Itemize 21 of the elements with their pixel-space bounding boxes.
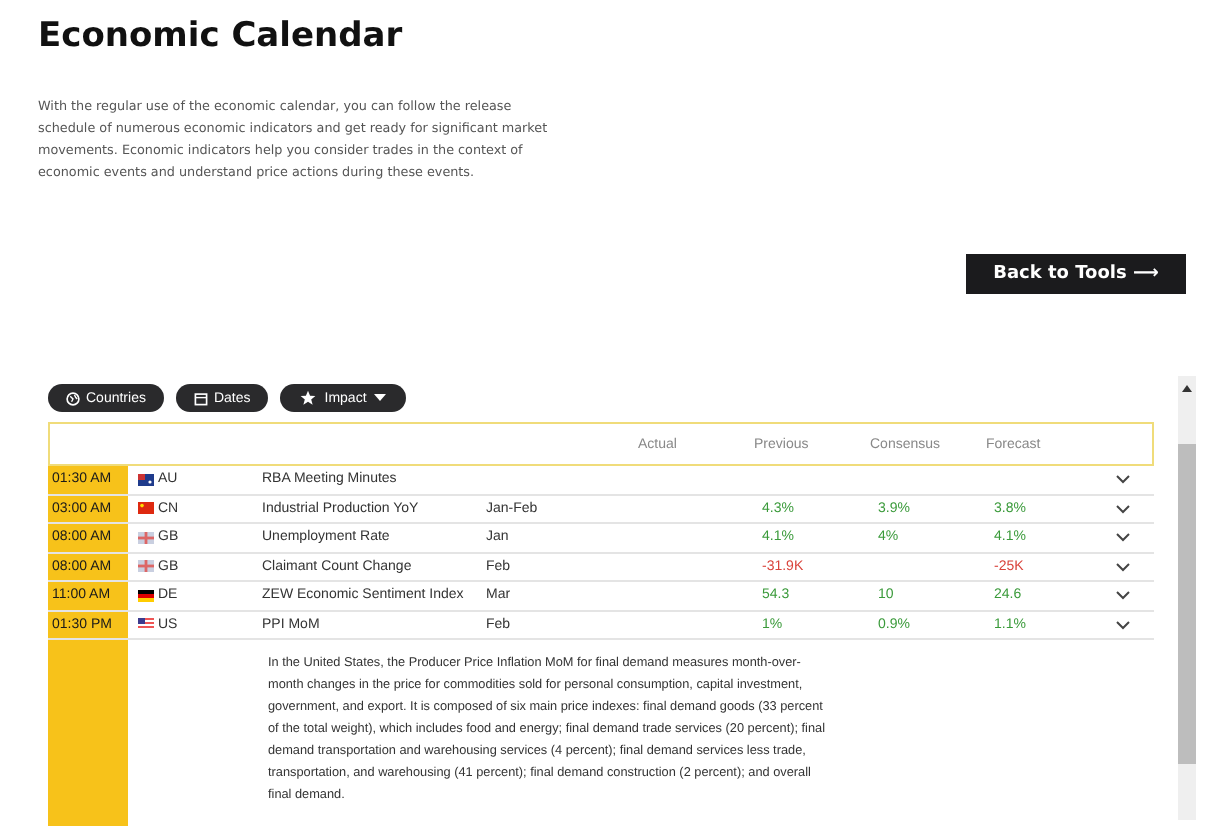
flag-icon (138, 473, 154, 486)
caret-icon (374, 394, 387, 402)
chevron-icon[interactable] (1116, 561, 1130, 572)
chevron-icon[interactable] (1116, 619, 1130, 630)
chevron-icon[interactable] (1116, 532, 1130, 543)
scroll-up-icon[interactable] (1182, 384, 1192, 392)
chevron-icon[interactable] (1116, 590, 1130, 601)
globe-icon (66, 391, 80, 405)
flag-icon (138, 618, 154, 631)
flag-icon (138, 560, 154, 573)
chevron-icon[interactable] (1116, 503, 1130, 514)
star-icon (300, 390, 317, 406)
chevron-icon[interactable] (1116, 474, 1130, 485)
flag-icon (138, 589, 154, 602)
flag-icon (138, 531, 154, 544)
page-title: Economic Calendar (38, 16, 405, 56)
scrollbar[interactable] (1178, 376, 1196, 820)
flag-icon (138, 502, 154, 515)
back-to-tools-button[interactable]: Back to Tools ⟶ (966, 254, 1186, 294)
calendar-icon (193, 391, 208, 405)
scrollbar-thumb[interactable] (1178, 444, 1196, 764)
